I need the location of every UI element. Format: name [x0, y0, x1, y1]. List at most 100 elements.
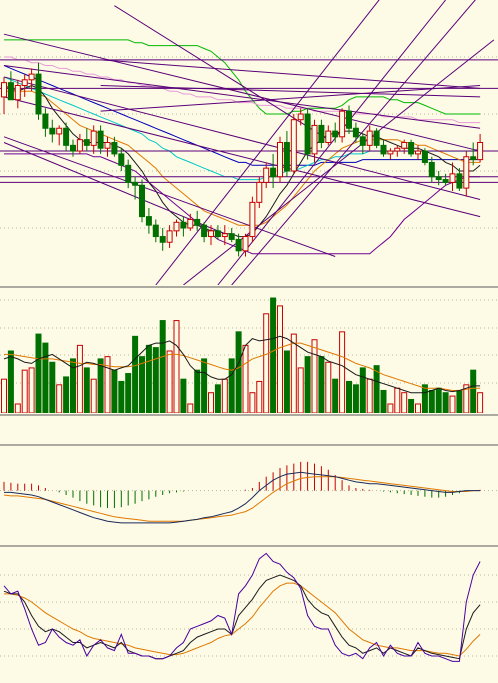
- volume-bar: [125, 373, 132, 413]
- volume-bar: [111, 369, 118, 413]
- volume-bar: [242, 344, 249, 413]
- candle-down: [470, 142, 477, 166]
- candle-down: [7, 71, 14, 101]
- candle-down: [145, 208, 152, 234]
- candle-down: [332, 122, 339, 143]
- candle-up: [415, 145, 421, 160]
- volume-bar: [435, 387, 442, 413]
- volume-bar: [132, 335, 139, 413]
- candle-body: [332, 130, 339, 138]
- volume-bar: [380, 389, 387, 413]
- candle-body: [132, 181, 139, 186]
- volume-bar: [401, 392, 408, 413]
- volume-bar: [35, 333, 42, 413]
- volume-bar: [290, 333, 297, 413]
- candle-body: [125, 164, 132, 183]
- ma-mid-line: [4, 90, 481, 226]
- candle-down: [97, 125, 104, 154]
- candle-up: [221, 225, 228, 246]
- volume-bar: [359, 367, 366, 413]
- candle-up: [14, 79, 21, 109]
- volume-bar: [221, 378, 228, 413]
- candle-up: [366, 125, 373, 152]
- trend-line: [100, 59, 481, 89]
- volume-bar: [180, 378, 187, 413]
- candle-body: [83, 139, 90, 146]
- trend-line: [3, 96, 481, 218]
- candle-down: [442, 173, 449, 186]
- candle-body: [221, 233, 228, 238]
- candle-up: [325, 125, 332, 146]
- candle-body: [90, 130, 97, 146]
- volume-bar: [194, 369, 201, 413]
- volume-bar: [235, 331, 242, 413]
- volume-bar: [449, 395, 456, 413]
- macd-dif-line: [4, 471, 481, 524]
- candle-body: [318, 124, 325, 144]
- volume-bar: [7, 350, 14, 413]
- candle-up: [256, 176, 263, 209]
- volume-bar: [332, 378, 339, 413]
- candle-up: [277, 136, 283, 183]
- volume-bar: [145, 344, 152, 413]
- candle-down: [421, 148, 428, 166]
- volume-panel: [0, 297, 498, 413]
- candle-body: [42, 113, 49, 129]
- volume-bar: [387, 403, 394, 413]
- candle-down: [318, 119, 325, 149]
- volume-bar: [214, 384, 221, 413]
- volume-bar: [97, 358, 104, 413]
- candle-up: [56, 125, 63, 146]
- candle-body: [214, 230, 221, 238]
- candle-body: [249, 201, 256, 238]
- stock-chart-canvas[interactable]: [0, 0, 498, 683]
- volume-bar: [456, 389, 463, 413]
- candle-down: [118, 148, 125, 171]
- candle-body: [35, 73, 42, 115]
- candle-down: [125, 159, 132, 189]
- candle-body: [49, 127, 56, 135]
- candle-up: [21, 74, 28, 97]
- candle-down: [270, 153, 277, 189]
- volume-bar: [263, 313, 270, 413]
- trend-line: [3, 76, 481, 200]
- candle-body: [152, 224, 159, 238]
- candle-down: [304, 108, 311, 160]
- candle-body: [435, 176, 442, 181]
- candle-body: [304, 113, 311, 155]
- volume-bar: [297, 367, 304, 413]
- candle-body: [159, 236, 166, 243]
- volume-bar: [201, 358, 208, 413]
- candle-body: [201, 224, 208, 238]
- candle-down: [49, 119, 56, 143]
- candle-body: [7, 82, 14, 101]
- candle-body: [311, 124, 318, 155]
- volume-bar: [90, 378, 97, 413]
- candle-up: [76, 133, 83, 154]
- volume-bar: [83, 367, 90, 413]
- candle-down: [83, 128, 90, 152]
- candle-body: [380, 144, 387, 155]
- volume-bar: [249, 392, 256, 413]
- candle-body: [297, 113, 304, 121]
- volume-bar: [339, 331, 346, 413]
- candle-down: [152, 219, 159, 243]
- candle-body: [166, 230, 173, 243]
- volume-bar: [373, 365, 380, 413]
- volume-bar: [415, 403, 421, 413]
- candle-body: [104, 142, 111, 149]
- candle-body: [145, 216, 152, 226]
- candle-body: [387, 150, 394, 155]
- candle-body: [415, 150, 421, 155]
- candle-body: [428, 161, 435, 178]
- volume-bar: [118, 380, 125, 413]
- candle-body: [14, 85, 21, 101]
- candle-body: [408, 142, 415, 155]
- candle-body: [366, 130, 373, 146]
- candle-body: [208, 230, 214, 238]
- candle-down: [235, 233, 242, 257]
- candle-down: [283, 131, 290, 177]
- volume-bar: [187, 403, 194, 413]
- volume-bar: [325, 361, 332, 413]
- candle-body: [477, 142, 484, 161]
